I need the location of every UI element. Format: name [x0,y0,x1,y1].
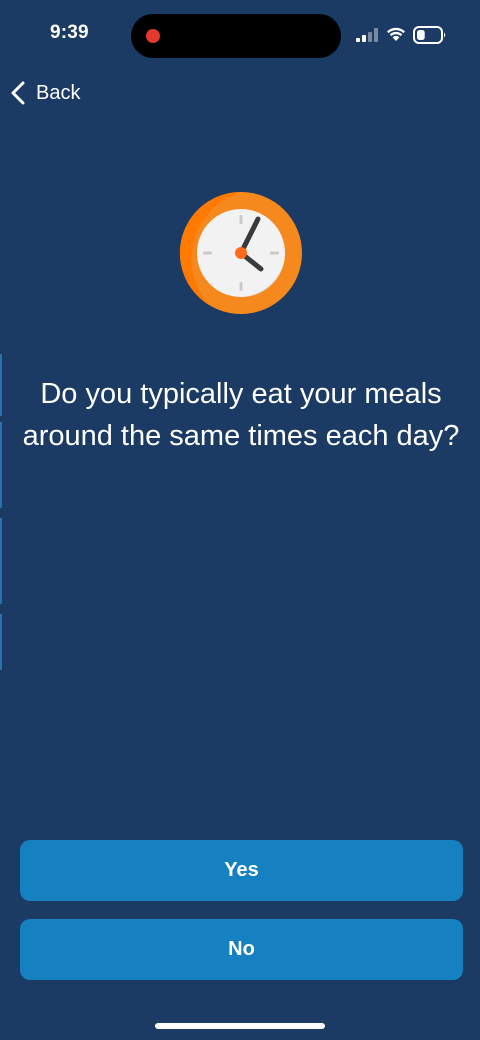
wifi-icon [387,27,405,41]
edge-tick [0,518,2,604]
yes-button[interactable]: Yes [20,840,463,901]
back-button[interactable]: Back [8,76,80,110]
edge-tick [0,422,2,508]
chevron-left-icon [11,81,25,105]
back-label: Back [36,81,81,104]
home-indicator[interactable] [155,1023,325,1029]
status-time: 9:39 [50,22,89,43]
dynamic-island [131,14,341,58]
status-bar: 9:39 [0,0,480,72]
cellular-signal-icon [356,28,378,42]
edge-tick [0,614,2,670]
question-text: Do you typically eat your meals around t… [22,378,460,452]
clock-icon [179,191,305,317]
clock-illustration [179,191,302,314]
battery-icon [413,26,446,44]
recording-indicator-icon [146,29,160,43]
no-button[interactable]: No [20,919,463,980]
edge-indicator [0,240,4,680]
edge-tick [0,354,2,416]
